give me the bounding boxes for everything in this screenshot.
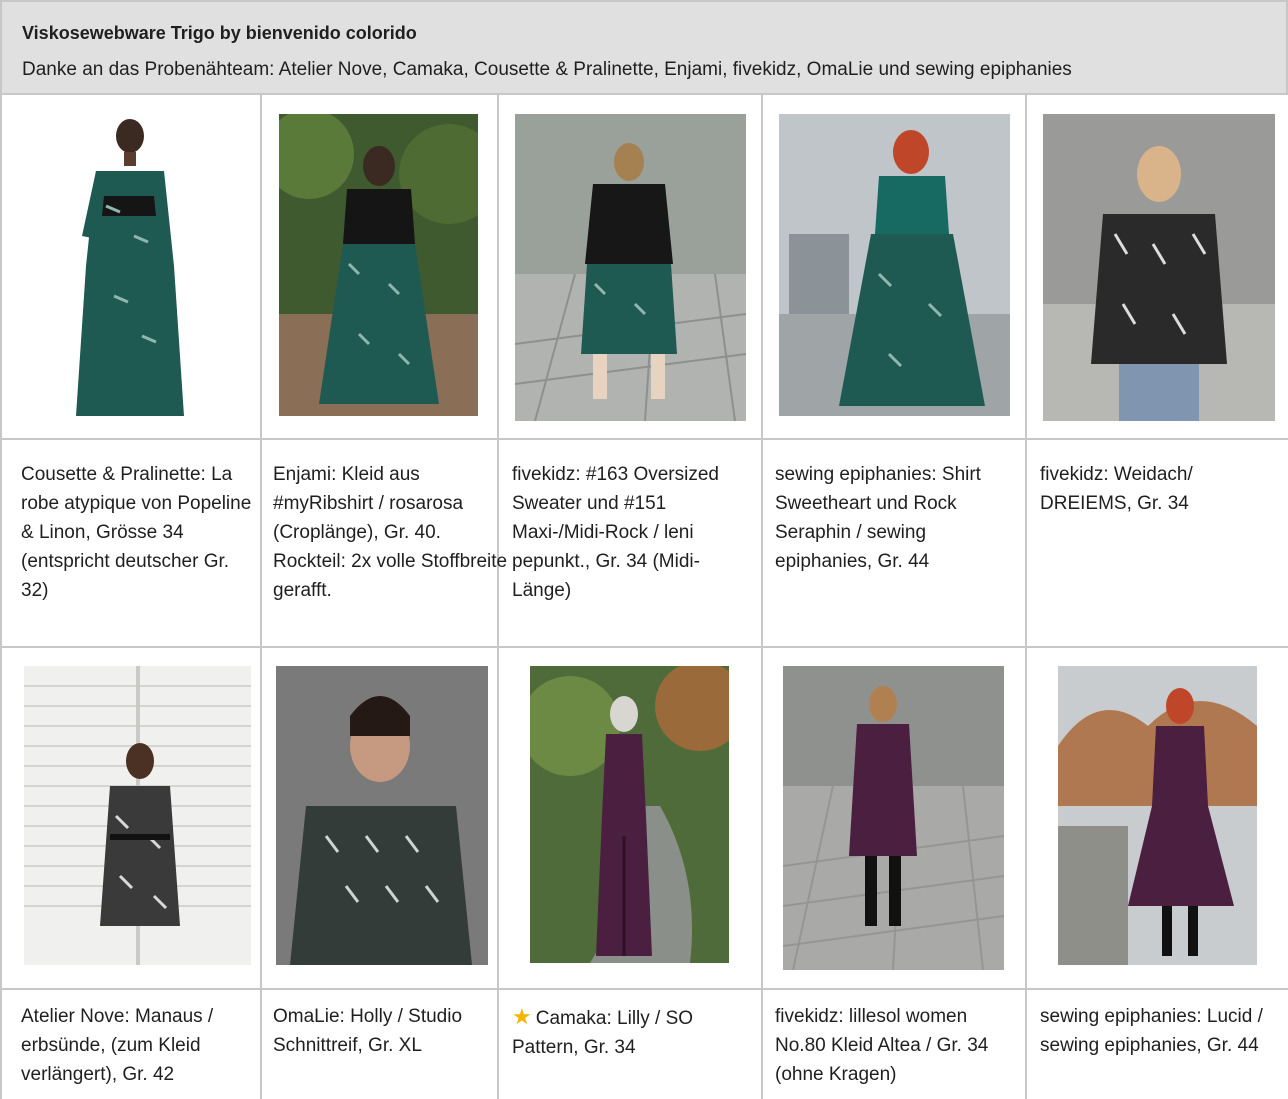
caption-camaka: ★ Camaka: Lilly / SO Pattern, Gr. 34 xyxy=(512,1002,747,1062)
photo-fivekidz-1 xyxy=(515,114,746,421)
star-icon: ★ xyxy=(512,1004,532,1029)
photo-sewing-epiphanies-2 xyxy=(1058,666,1257,965)
grid-line xyxy=(0,95,2,1099)
grid-line xyxy=(260,95,262,1099)
page-title: Viskosewebware Trigo by bienvenido color… xyxy=(22,23,417,43)
photo-fivekidz-2 xyxy=(1043,114,1275,421)
photo-omalie xyxy=(276,666,488,965)
caption-fivekidz-2: fivekidz: Weidach/ DREIEMS, Gr. 34 xyxy=(1040,464,1193,514)
photo-atelier-nove xyxy=(24,666,251,965)
grid-line xyxy=(0,646,1288,648)
grid-line xyxy=(0,438,1288,440)
caption-sewing-epiphanies-1: sewing epiphanies: Shirt Sweetheart und … xyxy=(775,464,981,572)
photo-sewing-epiphanies-1 xyxy=(779,114,1010,416)
photo-enjami xyxy=(279,114,478,416)
caption-atelier-nove: Atelier Nove: Manaus / erbsünde, (zum Kl… xyxy=(21,1006,214,1085)
table-header: Viskosewebware Trigo by bienvenido color… xyxy=(0,0,1288,95)
thanks-text: Danke an das Probenähteam: Atelier Nove,… xyxy=(22,59,1072,80)
gallery-sheet: Viskosewebware Trigo by bienvenido color… xyxy=(0,0,1288,1099)
caption-sewing-epiphanies-2: sewing epiphanies: Lucid / sewing epipha… xyxy=(1040,1006,1263,1056)
caption-enjami: Enjami: Kleid aus #myRibshirt / rosarosa… xyxy=(273,464,508,601)
grid-line xyxy=(0,988,1288,990)
photo-camaka xyxy=(530,666,729,963)
caption-omalie: OmaLie: Holly / Studio Schnittreif, Gr. … xyxy=(273,1006,463,1056)
caption-cousette-pralinette: Cousette & Pralinette: La robe atypique … xyxy=(21,464,252,601)
photo-grid: Cousette & Pralinette: La robe atypique … xyxy=(0,95,1288,1099)
grid-line xyxy=(1025,95,1027,1099)
caption-camaka-text: Camaka: Lilly / SO Pattern, Gr. 34 xyxy=(512,1008,694,1058)
caption-fivekidz-3: fivekidz: lillesol women No.80 Kleid Alt… xyxy=(775,1006,989,1085)
caption-fivekidz-1: fivekidz: #163 Oversized Sweater und #15… xyxy=(512,464,719,601)
photo-fivekidz-3 xyxy=(783,666,1004,970)
photo-cousette-pralinette xyxy=(24,116,236,418)
grid-line xyxy=(761,95,763,1099)
